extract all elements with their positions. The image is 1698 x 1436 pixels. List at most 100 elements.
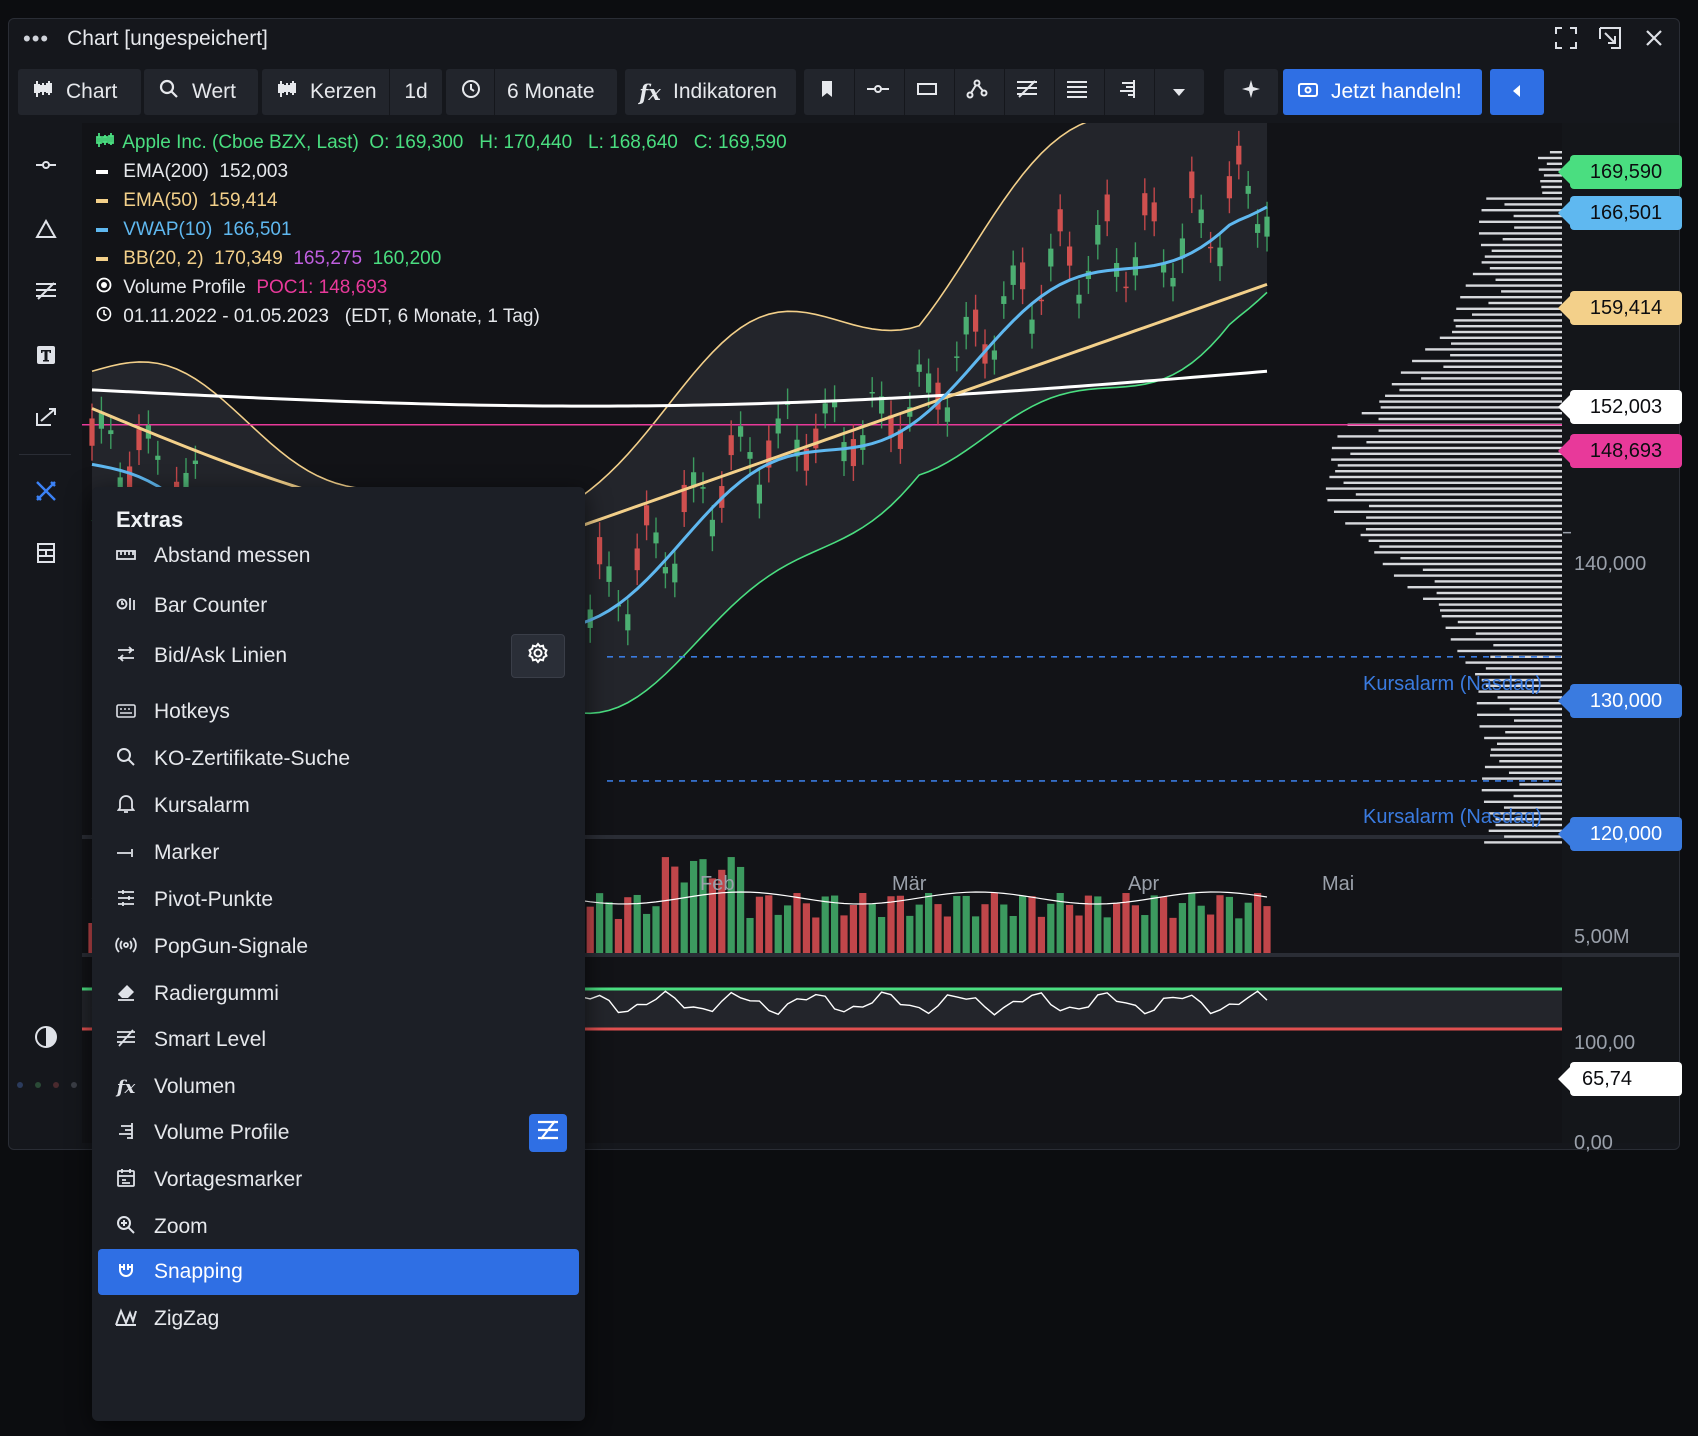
- volume-profile-bar: [1450, 638, 1562, 641]
- candle-body: [916, 364, 922, 372]
- range-label: 6 Monate: [507, 80, 595, 103]
- bookmark-icon[interactable]: [818, 80, 836, 104]
- alarm-label-2[interactable]: Kursalarm (Nasdaq): [1363, 806, 1542, 829]
- candle-body: [1057, 209, 1063, 232]
- fibonacci-icon[interactable]: [31, 276, 61, 306]
- legend-bb-name: BB(20, 2): [123, 248, 204, 269]
- menu-item-marker[interactable]: Marker: [98, 830, 579, 876]
- legend-ema50-row[interactable]: EMA(50) 159,414: [90, 186, 288, 215]
- volume-profile-bar: [1368, 504, 1562, 508]
- volume-profile-bar: [1361, 412, 1562, 415]
- volume-profile-bar: [1513, 214, 1562, 218]
- bid-ask-icon: [114, 645, 138, 667]
- trade-now-button[interactable]: Jetzt handeln!: [1283, 69, 1482, 115]
- volume-profile-bar: [1493, 644, 1562, 647]
- alarm1-price-tag[interactable]: 130,000: [1558, 684, 1682, 718]
- menu-item-volumen[interactable]: fx Volumen: [98, 1064, 579, 1110]
- legend-vp-row[interactable]: Volume Profile POC1: 148,693: [90, 273, 398, 302]
- legend-symbol: Apple Inc. (Cboe BZX, Last): [122, 132, 359, 153]
- menu-item-hotkeys[interactable]: Hotkeys: [98, 689, 579, 735]
- popout-icon[interactable]: [1597, 25, 1623, 51]
- calendar-icon: [114, 1168, 138, 1193]
- menu-item-label: Hotkeys: [154, 700, 230, 723]
- volume-profile-bar: [1366, 516, 1562, 519]
- window-menu-icon[interactable]: •••: [23, 28, 49, 50]
- title-bar: ••• Chart [ungespeichert]: [9, 19, 1679, 59]
- alarm2-price-tag[interactable]: 120,000: [1558, 817, 1682, 851]
- candle-body: [756, 484, 762, 504]
- close-icon[interactable]: [1641, 25, 1667, 51]
- volume-profile-bar: [1450, 354, 1562, 357]
- volume-bar: [737, 866, 745, 953]
- volume-profile-icon[interactable]: [1116, 79, 1138, 105]
- menu-item-volume-profile[interactable]: Volume Profile: [98, 1110, 579, 1156]
- fullscreen-icon[interactable]: [1553, 25, 1579, 51]
- volume-profile-bar: [1423, 597, 1562, 600]
- menu-item-popgun-signale[interactable]: PopGun-Signale: [98, 924, 579, 970]
- candle-body: [738, 426, 744, 437]
- menu-item-vortagesmarker[interactable]: Vortagesmarker: [98, 1157, 579, 1203]
- volume-profile-bar: [1460, 296, 1562, 299]
- text-icon[interactable]: [31, 340, 61, 370]
- range-button[interactable]: 6 Monate: [446, 69, 617, 115]
- menu-item-bid-ask-linien[interactable]: Bid/Ask Linien: [98, 633, 579, 679]
- layout-icon[interactable]: [31, 538, 61, 568]
- chevron-down-icon[interactable]: [1172, 80, 1186, 104]
- menu-item-radiergummi[interactable]: Radiergummi: [98, 971, 579, 1017]
- horizontal-line-icon[interactable]: [866, 80, 890, 104]
- candle-body: [1226, 176, 1232, 199]
- indicators-button[interactable]: fx Indikatoren: [625, 69, 796, 115]
- menu-item-abstand-messen[interactable]: Abstand messen: [98, 533, 579, 579]
- search-button[interactable]: Wert: [144, 69, 258, 115]
- edit-icon[interactable]: [31, 402, 61, 432]
- signal-icon: [114, 936, 138, 958]
- menu-item-snapping[interactable]: Snapping: [98, 1249, 579, 1295]
- search-button-label: Wert: [192, 80, 236, 103]
- legend-high: H: 170,440: [479, 132, 573, 153]
- ai-sparkle-button[interactable]: [1224, 69, 1278, 115]
- legend-range: 01.11.2022 - 01.05.2023: [123, 306, 329, 327]
- menu-item-pivot-punkte[interactable]: Pivot-Punkte: [98, 877, 579, 923]
- tools-icon[interactable]: [31, 476, 61, 506]
- menu-item-zoom[interactable]: Zoom: [98, 1204, 579, 1250]
- menu-item-bar-counter[interactable]: Bar Counter: [98, 583, 579, 629]
- crosshair-line-icon[interactable]: [31, 150, 61, 180]
- triangle-icon[interactable]: [31, 214, 61, 244]
- path-tool-icon[interactable]: [966, 79, 988, 105]
- menu-item-zigzag[interactable]: ZigZag: [98, 1296, 579, 1342]
- collapse-panel-button[interactable]: [1490, 69, 1544, 115]
- volume-profile-bar: [1434, 580, 1562, 583]
- volume-bar: [1037, 916, 1045, 953]
- alarm-label-1[interactable]: Kursalarm (Nasdaq): [1363, 673, 1542, 696]
- theme-toggle-icon[interactable]: [31, 1022, 61, 1052]
- candle-body: [1170, 277, 1176, 287]
- fibonacci-icon[interactable]: [1016, 79, 1038, 105]
- volume-bar: [943, 916, 951, 953]
- candle-body: [644, 505, 650, 526]
- legend-vwap-value: 166,501: [222, 219, 292, 240]
- legend-ema200-row[interactable]: EMA(200) 152,003: [90, 157, 299, 186]
- menu-item-ko-zertifikate-suche[interactable]: KO-Zertifikate-Suche: [98, 736, 579, 782]
- chart-button[interactable]: Chart: [18, 69, 141, 115]
- clock-icon: [96, 302, 118, 331]
- legend-symbol-row[interactable]: Apple Inc. (Cboe BZX, Last) O: 169,300 H…: [90, 128, 797, 157]
- indicators-label: Indikatoren: [673, 80, 777, 103]
- interval-button[interactable]: 1d: [390, 69, 442, 115]
- volume-profile-bar: [1421, 377, 1562, 380]
- lines-icon[interactable]: [1066, 79, 1088, 105]
- volume-profile-active-badge[interactable]: [529, 1114, 567, 1152]
- candle-body: [1104, 194, 1110, 222]
- legend-vwap-row[interactable]: VWAP(10) 166,501: [90, 215, 302, 244]
- volume-profile-bar: [1479, 725, 1562, 728]
- bid-ask-settings-button[interactable]: [511, 634, 565, 678]
- candle-body: [1029, 319, 1035, 334]
- legend-bb-row[interactable]: BB(20, 2) 170,349 165,275 160,200: [90, 244, 452, 273]
- extras-menu: Extras Abstand messen Bar Counter Bid/As…: [92, 487, 585, 1421]
- volume-bar: [1178, 903, 1186, 953]
- menu-item-smart-level[interactable]: Smart Level: [98, 1017, 579, 1063]
- menu-item-kursalarm[interactable]: Kursalarm: [98, 783, 579, 829]
- volume-profile-bar: [1445, 626, 1562, 629]
- legend-range-row[interactable]: 01.11.2022 - 01.05.2023 (EDT, 6 Monate, …: [90, 302, 550, 331]
- rectangle-icon[interactable]: [916, 80, 938, 104]
- volume-profile-bar: [1509, 707, 1562, 711]
